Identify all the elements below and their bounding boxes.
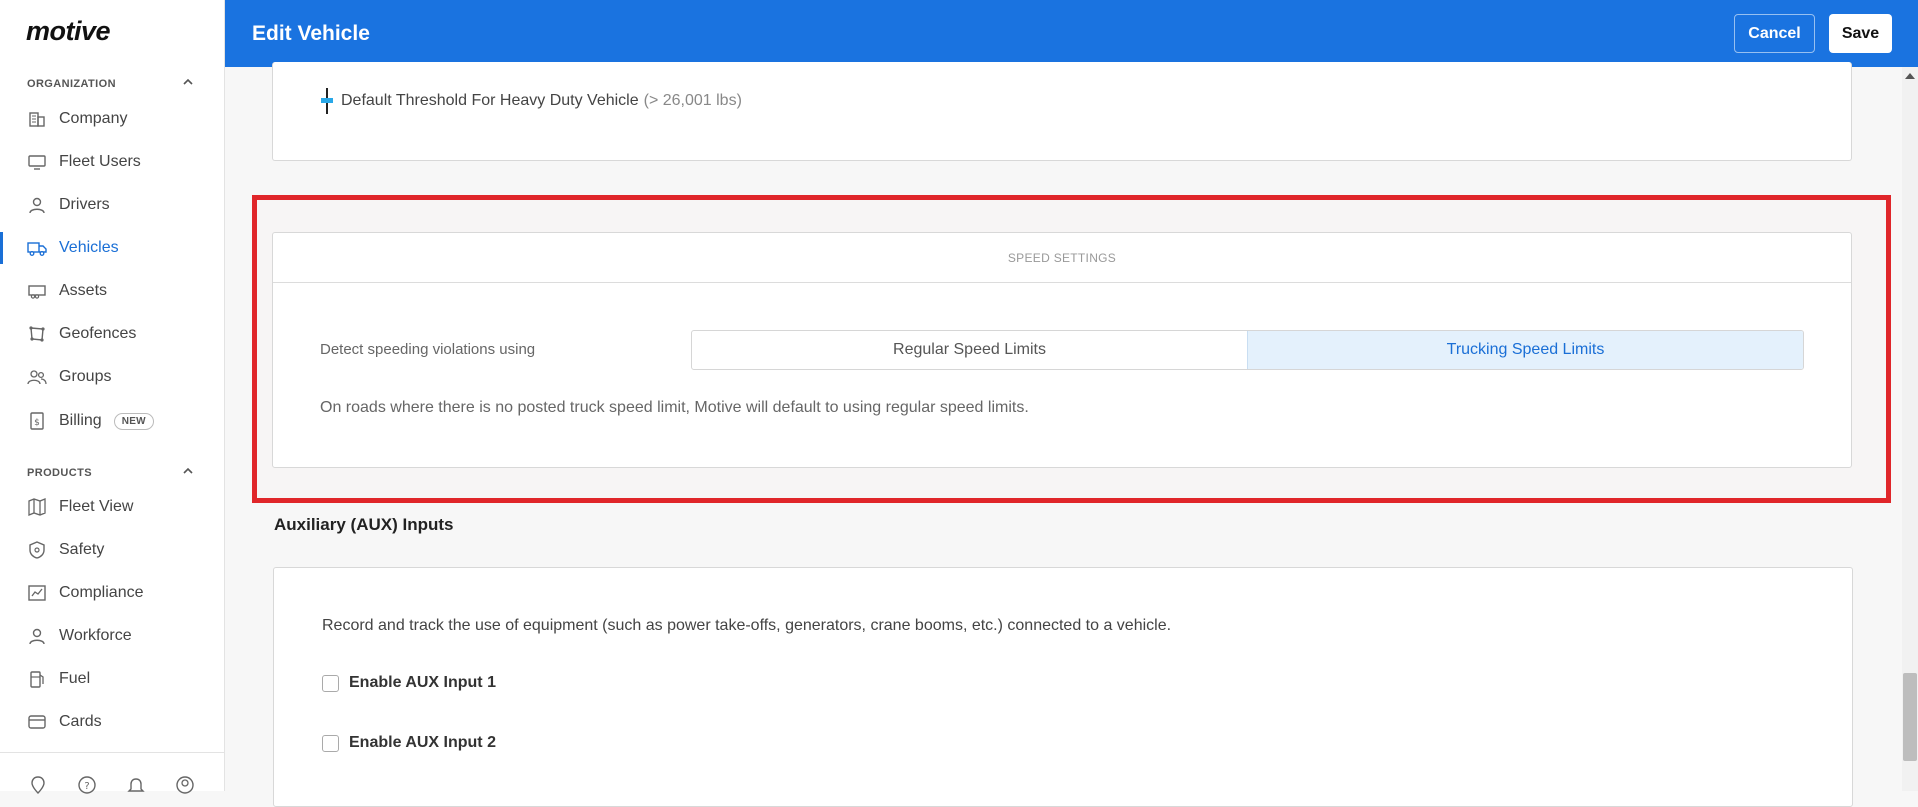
cancel-button[interactable]: Cancel: [1734, 14, 1815, 53]
sidebar-item-billing[interactable]: $ Billing NEW: [0, 402, 224, 440]
sidebar-item-geofences[interactable]: Geofences: [0, 315, 224, 353]
threshold-row: Default Threshold For Heavy Duty Vehicle…: [321, 88, 742, 114]
sidebar-item-groups[interactable]: Groups: [0, 358, 224, 396]
sidebar-item-fleet-view[interactable]: Fleet View: [0, 488, 224, 526]
save-button[interactable]: Save: [1829, 14, 1892, 53]
sidebar-item-label: Assets: [59, 282, 108, 299]
group-icon: [27, 367, 47, 387]
sidebar-item-company[interactable]: Company: [0, 100, 224, 138]
sidebar-item-drivers[interactable]: Drivers: [0, 186, 224, 224]
sidebar-item-fleet-users[interactable]: Fleet Users: [0, 143, 224, 181]
sidebar-item-label: Groups: [59, 368, 112, 385]
aux-input-2-checkbox[interactable]: [322, 734, 339, 752]
trucking-speed-limits-option[interactable]: Trucking Speed Limits: [1247, 331, 1803, 369]
speed-limit-selector: Regular Speed Limits Trucking Speed Limi…: [691, 330, 1804, 370]
aux-input-2-label[interactable]: Enable AUX Input 2: [349, 734, 496, 752]
person-icon: [27, 195, 47, 215]
sidebar-item-fuel[interactable]: Fuel: [0, 660, 224, 698]
sidebar-item-cards[interactable]: Cards: [0, 703, 224, 741]
sidebar-divider: [0, 752, 224, 753]
sidebar-item-label: Safety: [59, 541, 105, 558]
sidebar: motive ORGANIZATION Company Fleet Users …: [0, 0, 225, 794]
geofence-icon: [27, 324, 47, 344]
sidebar-item-label: Compliance: [59, 584, 144, 601]
svg-text:?: ?: [84, 781, 89, 792]
card-icon: [27, 712, 47, 732]
speed-detection-label: Detect speeding violations using: [320, 341, 536, 358]
map-pin-icon[interactable]: [28, 775, 48, 795]
sidebar-item-workforce[interactable]: Workforce: [0, 617, 224, 655]
motive-logo[interactable]: motive: [26, 16, 111, 47]
section-products: PRODUCTS: [27, 467, 92, 479]
aux-input-1-row[interactable]: Enable AUX Input 1: [322, 674, 496, 692]
monitor-icon: [27, 152, 47, 172]
sidebar-item-label: Billing: [59, 412, 102, 429]
sidebar-item-compliance[interactable]: Compliance: [0, 574, 224, 612]
chart-icon: [27, 583, 47, 603]
speed-settings-heading: SPEED SETTINGS: [273, 233, 1851, 283]
sidebar-item-label: Drivers: [59, 196, 110, 213]
svg-text:$: $: [34, 418, 40, 428]
new-badge: NEW: [113, 412, 154, 430]
map-icon: [27, 497, 47, 517]
building-icon: [27, 109, 47, 129]
scroll-up-arrow-icon[interactable]: [1905, 73, 1915, 79]
threshold-slider-handle[interactable]: [321, 88, 333, 114]
speed-settings-card: SPEED SETTINGS Detect speeding violation…: [272, 232, 1852, 468]
sidebar-item-label: Vehicles: [59, 239, 119, 256]
regular-speed-limits-option[interactable]: Regular Speed Limits: [692, 331, 1247, 369]
shield-icon: [27, 540, 47, 560]
sidebar-item-label: Geofences: [59, 325, 137, 342]
sidebar-item-label: Workforce: [59, 627, 132, 644]
aux-description: Record and track the use of equipment (s…: [322, 617, 1172, 634]
account-icon[interactable]: [175, 775, 195, 795]
person-icon: [27, 626, 47, 646]
sidebar-item-vehicles[interactable]: Vehicles: [0, 229, 224, 267]
top-header: Edit Vehicle Cancel Save: [225, 0, 1918, 67]
fuel-icon: [27, 669, 47, 689]
help-icon[interactable]: ?: [77, 775, 97, 795]
chevron-up-icon[interactable]: [180, 463, 196, 479]
sidebar-item-label: Cards: [59, 713, 102, 730]
aux-input-2-row[interactable]: Enable AUX Input 2: [322, 734, 496, 752]
threshold-label: Default Threshold For Heavy Duty Vehicle: [341, 92, 639, 109]
aux-input-1-label[interactable]: Enable AUX Input 1: [349, 674, 496, 692]
speed-settings-note: On roads where there is no posted truck …: [320, 399, 1029, 416]
aux-card: Record and track the use of equipment (s…: [273, 567, 1853, 807]
chevron-up-icon[interactable]: [180, 74, 196, 90]
trailer-icon: [27, 281, 47, 301]
truck-icon: [27, 238, 47, 258]
sidebar-item-safety[interactable]: Safety: [0, 531, 224, 569]
sidebar-item-label: Fleet View: [59, 498, 134, 515]
sidebar-item-assets[interactable]: Assets: [0, 272, 224, 310]
sidebar-item-label: Fleet Users: [59, 153, 141, 170]
threshold-card: Default Threshold For Heavy Duty Vehicle…: [272, 62, 1852, 161]
section-organization: ORGANIZATION: [27, 78, 116, 90]
bell-icon[interactable]: [126, 775, 146, 795]
threshold-note: (> 26,001 lbs): [643, 92, 742, 109]
scrollbar-thumb[interactable]: [1903, 673, 1917, 761]
aux-input-1-checkbox[interactable]: [322, 674, 339, 692]
billing-icon: $: [27, 411, 47, 431]
page-title: Edit Vehicle: [252, 22, 370, 45]
sidebar-item-label: Company: [59, 110, 128, 127]
aux-section-title: Auxiliary (AUX) Inputs: [274, 515, 454, 534]
sidebar-item-label: Fuel: [59, 670, 91, 687]
